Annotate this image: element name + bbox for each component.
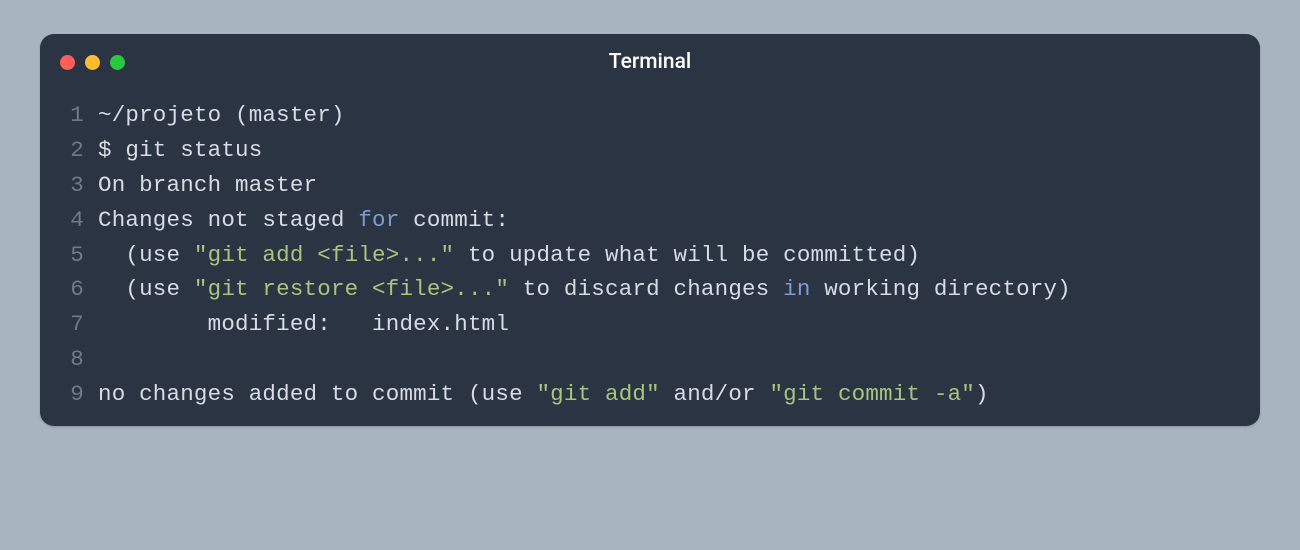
- line-content: modified: index.html: [98, 307, 1242, 342]
- code-segment: modified: index.html: [98, 311, 509, 337]
- code-segment: "git add": [536, 381, 659, 407]
- traffic-lights: [60, 55, 125, 70]
- code-segment: and/or: [660, 381, 770, 407]
- terminal-output[interactable]: 1~/projeto (master)2$ git status3On bran…: [40, 90, 1260, 412]
- code-segment: "git restore <file>...": [194, 276, 509, 302]
- code-segment: to discard changes: [509, 276, 783, 302]
- line-content: Changes not staged for commit:: [98, 203, 1242, 238]
- code-segment: On branch master: [98, 172, 317, 198]
- terminal-line: 5 (use "git add <file>..." to update wha…: [58, 238, 1242, 273]
- code-segment: "git add <file>...": [194, 242, 454, 268]
- terminal-line: 9no changes added to commit (use "git ad…: [58, 377, 1242, 412]
- terminal-line: 1~/projeto (master): [58, 98, 1242, 133]
- terminal-line: 4Changes not staged for commit:: [58, 203, 1242, 238]
- terminal-line: 6 (use "git restore <file>..." to discar…: [58, 272, 1242, 307]
- line-number: 1: [58, 98, 98, 133]
- line-number: 3: [58, 168, 98, 203]
- code-segment: $ git status: [98, 137, 262, 163]
- line-number: 6: [58, 272, 98, 307]
- line-content: (use "git add <file>..." to update what …: [98, 238, 1242, 273]
- close-icon[interactable]: [60, 55, 75, 70]
- terminal-line: 8: [58, 342, 1242, 377]
- minimize-icon[interactable]: [85, 55, 100, 70]
- line-number: 7: [58, 307, 98, 342]
- terminal-line: 3On branch master: [58, 168, 1242, 203]
- code-segment: for: [358, 207, 399, 233]
- code-segment: (use: [98, 276, 194, 302]
- line-number: 4: [58, 203, 98, 238]
- code-segment: ~/projeto (master): [98, 102, 345, 128]
- terminal-line: 7 modified: index.html: [58, 307, 1242, 342]
- code-segment: (use: [98, 242, 194, 268]
- code-segment: "git commit -a": [769, 381, 975, 407]
- code-segment: commit:: [399, 207, 509, 233]
- line-content: ~/projeto (master): [98, 98, 1242, 133]
- line-content: no changes added to commit (use "git add…: [98, 377, 1242, 412]
- line-number: 5: [58, 238, 98, 273]
- code-segment: Changes not staged: [98, 207, 358, 233]
- terminal-window: Terminal 1~/projeto (master)2$ git statu…: [40, 34, 1260, 426]
- code-segment: ): [975, 381, 989, 407]
- zoom-icon[interactable]: [110, 55, 125, 70]
- code-segment: working directory): [811, 276, 1071, 302]
- titlebar: Terminal: [40, 34, 1260, 90]
- line-number: 2: [58, 133, 98, 168]
- line-content: $ git status: [98, 133, 1242, 168]
- code-segment: no changes added to commit (use: [98, 381, 536, 407]
- code-segment: in: [783, 276, 810, 302]
- line-content: On branch master: [98, 168, 1242, 203]
- line-content: (use "git restore <file>..." to discard …: [98, 272, 1242, 307]
- window-title: Terminal: [40, 50, 1260, 74]
- code-segment: to update what will be committed): [454, 242, 920, 268]
- line-number: 9: [58, 377, 98, 412]
- line-number: 8: [58, 342, 98, 377]
- terminal-line: 2$ git status: [58, 133, 1242, 168]
